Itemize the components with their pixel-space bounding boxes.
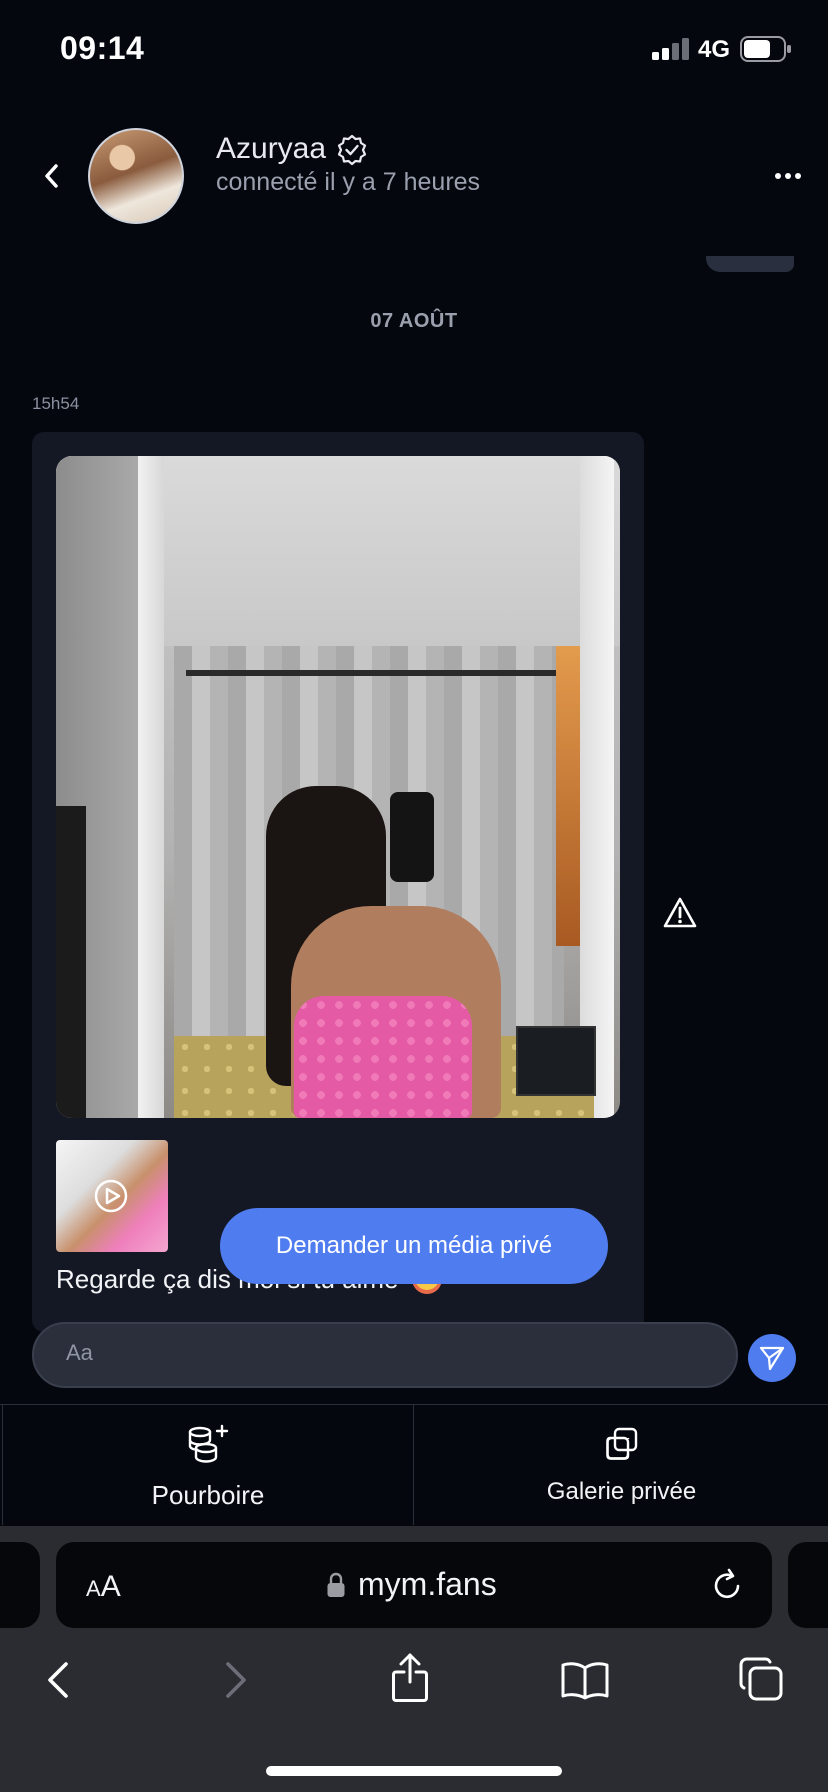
date-separator: 07 AOÛT — [370, 310, 458, 332]
message-input-field[interactable] — [32, 1322, 738, 1388]
bookmarks-icon[interactable] — [560, 1660, 610, 1700]
tabs-overview-icon[interactable] — [738, 1656, 784, 1702]
private-gallery-label[interactable]: Galerie privée — [415, 1478, 828, 1506]
private-gallery-button[interactable] — [415, 1405, 828, 1525]
back-icon[interactable] — [40, 160, 64, 192]
browser-forward-icon[interactable] — [222, 1660, 250, 1700]
play-icon[interactable] — [93, 1178, 129, 1214]
message-timestamp: 15h54 — [32, 394, 80, 413]
network-type: 4G — [698, 36, 731, 63]
lock-icon — [327, 1572, 345, 1597]
creator-name[interactable]: Azuryaa — [216, 132, 326, 166]
text-size-large-glyph: A — [100, 1570, 121, 1603]
next-tab-preview[interactable] — [788, 1542, 828, 1628]
request-private-media-button[interactable]: Demander un média privé — [220, 1208, 608, 1284]
coins-plus-icon — [188, 1424, 229, 1463]
share-icon[interactable] — [390, 1652, 430, 1704]
url-text[interactable]: mym.fans — [358, 1566, 497, 1603]
previous-message-bubble — [706, 256, 794, 272]
more-options-icon[interactable] — [774, 166, 802, 186]
message-input-placeholder[interactable]: Aa — [66, 1340, 93, 1366]
browser-back-icon[interactable] — [44, 1660, 72, 1700]
text-size-small-glyph: A — [86, 1576, 101, 1601]
verified-badge-icon — [337, 134, 367, 166]
tip-label[interactable]: Pourboire — [0, 1480, 416, 1511]
previous-tab-preview[interactable] — [0, 1542, 40, 1628]
status-time: 09:14 — [60, 30, 145, 66]
send-icon[interactable] — [758, 1344, 786, 1372]
avatar[interactable] — [88, 128, 184, 224]
warning-report-icon[interactable] — [662, 896, 698, 930]
cellular-signal-icon — [652, 38, 689, 60]
battery-icon — [740, 36, 791, 62]
copy-gallery-icon — [606, 1427, 638, 1460]
home-indicator[interactable] — [266, 1766, 562, 1776]
text-size-button[interactable]: AA — [86, 1570, 121, 1604]
creator-last-seen: connecté il y a 7 heures — [216, 168, 481, 196]
reload-icon[interactable] — [710, 1568, 744, 1602]
message-photo[interactable] — [56, 456, 620, 1118]
